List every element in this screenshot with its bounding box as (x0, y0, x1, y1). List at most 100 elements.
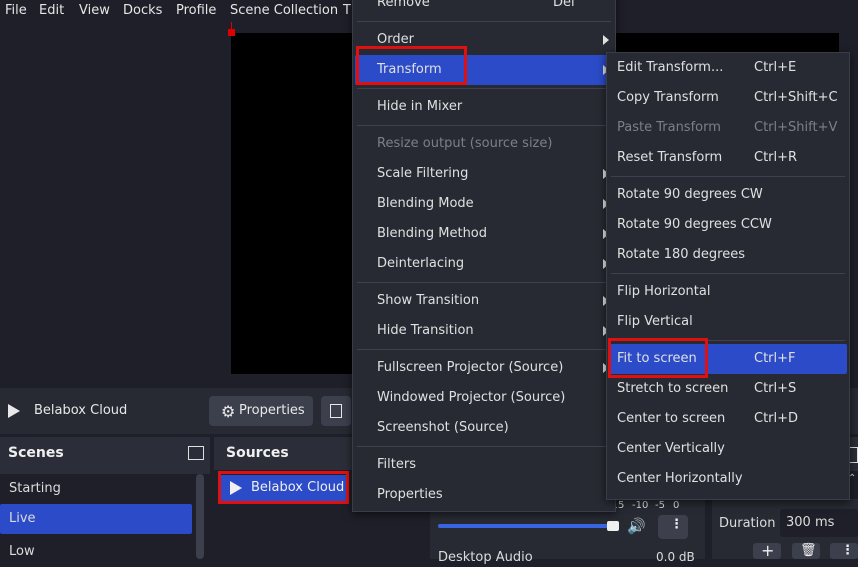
menu-item-center-to-screen[interactable]: Center to screen Ctrl+D (609, 404, 847, 434)
filters-button[interactable] (321, 396, 351, 426)
duration-input[interactable]: 300 ms (780, 509, 858, 537)
menu-item-rotate-90-degrees-cw[interactable]: Rotate 90 degrees CW (609, 180, 847, 210)
menu-item-shortcut: Ctrl+D (754, 411, 799, 426)
menu-separator (357, 282, 611, 283)
menu-file[interactable]: File (5, 3, 27, 18)
mixer-channel-level: 0.0 dB (656, 550, 695, 564)
menu-separator (357, 88, 611, 89)
menu-separator (357, 125, 611, 126)
submenu-arrow-icon (603, 35, 609, 45)
transform-handle[interactable] (228, 29, 235, 36)
play-icon[interactable] (8, 404, 20, 418)
menu-item-screenshot-source[interactable]: Screenshot (Source) (355, 413, 613, 443)
scene-item-low[interactable]: Low (0, 537, 192, 567)
menu-item-stretch-to-screen[interactable]: Stretch to screen Ctrl+S (609, 374, 847, 404)
highlight-box (608, 338, 708, 378)
duration-value: 300 ms (786, 515, 835, 530)
meter-tick: -10 (632, 500, 649, 511)
plus-icon: + (761, 541, 775, 560)
volume-slider-fill (438, 524, 613, 528)
add-button[interactable]: + (753, 541, 781, 560)
menu-item-reset-transform[interactable]: Reset Transform Ctrl+R (609, 143, 847, 173)
menu-item-label: Show Transition (377, 293, 480, 308)
scenes-scrollbar[interactable] (196, 474, 204, 559)
menu-item-hide-in-mixer[interactable]: Hide in Mixer (355, 92, 613, 122)
menu-item-properties[interactable]: Properties (355, 480, 613, 510)
menu-item-filters[interactable]: Filters (355, 450, 613, 480)
gear-icon: ⚙ (221, 402, 236, 421)
transition-menu-button[interactable]: ⋮ (830, 543, 858, 559)
menu-item-rotate-180-degrees[interactable]: Rotate 180 degrees (609, 240, 847, 270)
menu-item-flip-horizontal[interactable]: Flip Horizontal (609, 277, 847, 307)
menu-item-label: Remove (377, 0, 430, 10)
trash-icon: 🗑 (800, 543, 817, 558)
menu-item-label: Flip Horizontal (617, 284, 711, 299)
scenes-dock: Scenes Starting Live Low (0, 437, 210, 559)
menu-item-label: Reset Transform (617, 150, 723, 165)
menu-item-copy-transform[interactable]: Copy Transform Ctrl+Shift+C (609, 83, 847, 113)
menu-item-label: Flip Vertical (617, 314, 693, 329)
menu-item-shortcut: Ctrl+Shift+V (754, 120, 838, 135)
menu-item-blending-mode[interactable]: Blending Mode (355, 189, 613, 219)
menu-item-label: Order (377, 32, 414, 47)
menu-item-shortcut: Ctrl+R (754, 150, 798, 165)
meter-tick: 0 (673, 500, 680, 511)
menu-item-hide-transition[interactable]: Hide Transition (355, 316, 613, 346)
menu-item-edit-transform[interactable]: Edit Transform... Ctrl+E (609, 53, 847, 83)
menu-item-rotate-90-degrees-ccw[interactable]: Rotate 90 degrees CCW (609, 210, 847, 240)
menu-view[interactable]: View (79, 3, 110, 18)
highlight-box (218, 471, 349, 504)
mixer-channel-label: Desktop Audio (438, 550, 533, 565)
menu-item-shortcut: Ctrl+F (754, 351, 796, 366)
menu-item-label: Hide Transition (377, 323, 474, 338)
menu-separator (357, 21, 611, 22)
menu-item-label: Windowed Projector (Source) (377, 390, 566, 405)
menu-item-label: Screenshot (Source) (377, 420, 509, 435)
menu-item-label: Paste Transform (617, 120, 721, 135)
remove-button[interactable]: 🗑 (792, 543, 820, 559)
sources-dock-title: Sources (226, 445, 289, 461)
menu-docks[interactable]: Docks (123, 3, 162, 18)
mixer-menu-button[interactable]: ⋮ (658, 515, 688, 539)
scene-list: Starting Live Low (0, 474, 210, 559)
menu-item-flip-vertical[interactable]: Flip Vertical (609, 307, 847, 337)
menu-scene-collection[interactable]: Scene Collection (230, 3, 338, 18)
speaker-icon[interactable]: 🔊 (627, 517, 646, 535)
scene-item-label: Low (9, 544, 35, 559)
menu-item-label: Scale Filtering (377, 166, 469, 181)
menu-item-center-vertically[interactable]: Center Vertically (609, 434, 847, 464)
menu-item-label: Copy Transform (617, 90, 719, 105)
menu-item-shortcut: Del (553, 0, 575, 10)
menu-item-label: Filters (377, 457, 416, 472)
menu-item-shortcut: Ctrl+E (754, 60, 797, 75)
menu-item-windowed-projector-source[interactable]: Windowed Projector (Source) (355, 383, 613, 413)
undock-icon[interactable] (188, 446, 204, 460)
menu-item-blending-method[interactable]: Blending Method (355, 219, 613, 249)
menu-separator (611, 176, 845, 177)
menu-item-label: Rotate 90 degrees CW (617, 187, 763, 202)
menu-item-fullscreen-projector-source[interactable]: Fullscreen Projector (Source) (355, 353, 613, 383)
scene-item-live[interactable]: Live (0, 504, 192, 534)
properties-button-label: Properties (239, 403, 305, 418)
menu-edit[interactable]: Edit (39, 3, 64, 18)
menu-item-remove[interactable]: Remove Del (355, 0, 613, 18)
menu-separator (357, 349, 611, 350)
scene-item-starting[interactable]: Starting (0, 474, 192, 504)
menu-item-label: Hide in Mixer (377, 99, 463, 114)
menu-item-label: Center Horizontally (617, 471, 743, 486)
volume-slider-handle[interactable] (606, 521, 619, 531)
volume-slider-track[interactable] (438, 524, 618, 528)
menu-item-scale-filtering[interactable]: Scale Filtering (355, 159, 613, 189)
menu-item-deinterlacing[interactable]: Deinterlacing (355, 249, 613, 279)
menu-item-center-horizontally[interactable]: Center Horizontally (609, 464, 847, 494)
menu-item-label: Blending Method (377, 226, 488, 241)
kebab-icon: ⋮ (670, 517, 683, 532)
menu-item-label: Fullscreen Projector (Source) (377, 360, 564, 375)
meter-tick: -5 (655, 500, 665, 511)
menu-tools[interactable]: T (343, 3, 351, 18)
menu-profile[interactable]: Profile (176, 3, 216, 18)
menu-item-show-transition[interactable]: Show Transition (355, 286, 613, 316)
properties-button[interactable]: ⚙ Properties (209, 396, 313, 426)
menu-item-shortcut: Ctrl+Shift+C (754, 90, 838, 105)
transition-duration-panel: Duration 300 ms + 🗑 ⋮ (712, 500, 858, 560)
